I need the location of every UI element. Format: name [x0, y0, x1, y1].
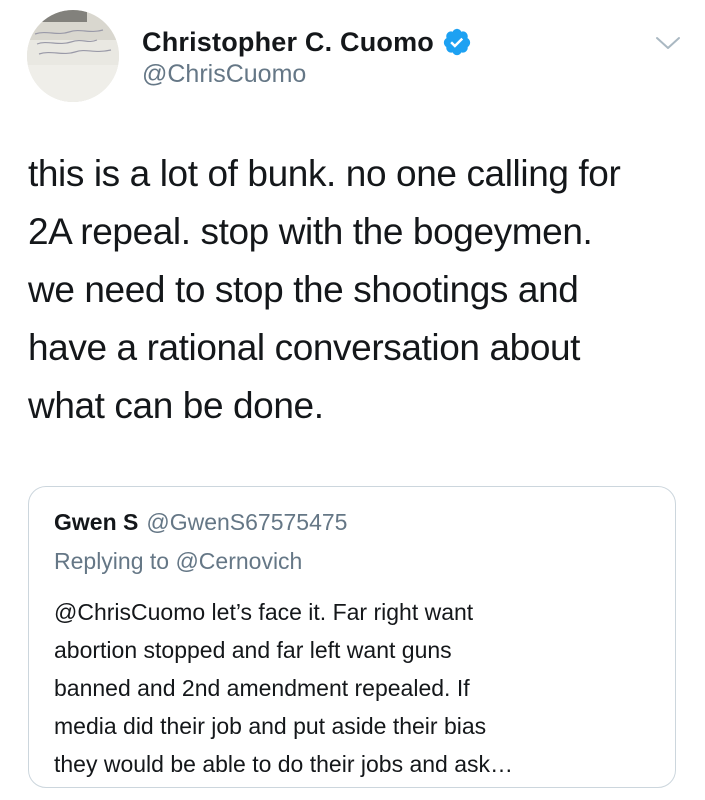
quoted-author-name: Gwen S [54, 509, 139, 535]
verified-badge-icon [442, 27, 472, 57]
author-avatar[interactable] [27, 10, 119, 102]
chevron-down-icon [656, 37, 680, 49]
quoted-tweet-text: @ChrisCuomo let’s face it. Far right wan… [54, 599, 514, 777]
quoted-replying-to: Replying to @Cernovich [54, 548, 303, 574]
avatar-whiteboard-image [27, 10, 119, 102]
tweet-body-text: this is a lot of bunk. no one calling fo… [28, 153, 621, 426]
quoted-author-handle: @GwenS67575475 [146, 509, 348, 535]
quoted-tweet-header: Gwen S @GwenS67575475 [54, 509, 347, 536]
tweet-menu-button[interactable] [653, 28, 683, 58]
tweet-card: Christopher C. Cuomo @ChrisCuomo this is… [0, 0, 705, 800]
author-handle[interactable]: @ChrisCuomo [142, 60, 306, 89]
author-display-name[interactable]: Christopher C. Cuomo [142, 27, 434, 58]
quoted-tweet-card[interactable]: Gwen S @GwenS67575475 Replying to @Cerno… [28, 486, 676, 788]
author-name-row[interactable]: Christopher C. Cuomo [142, 24, 472, 60]
